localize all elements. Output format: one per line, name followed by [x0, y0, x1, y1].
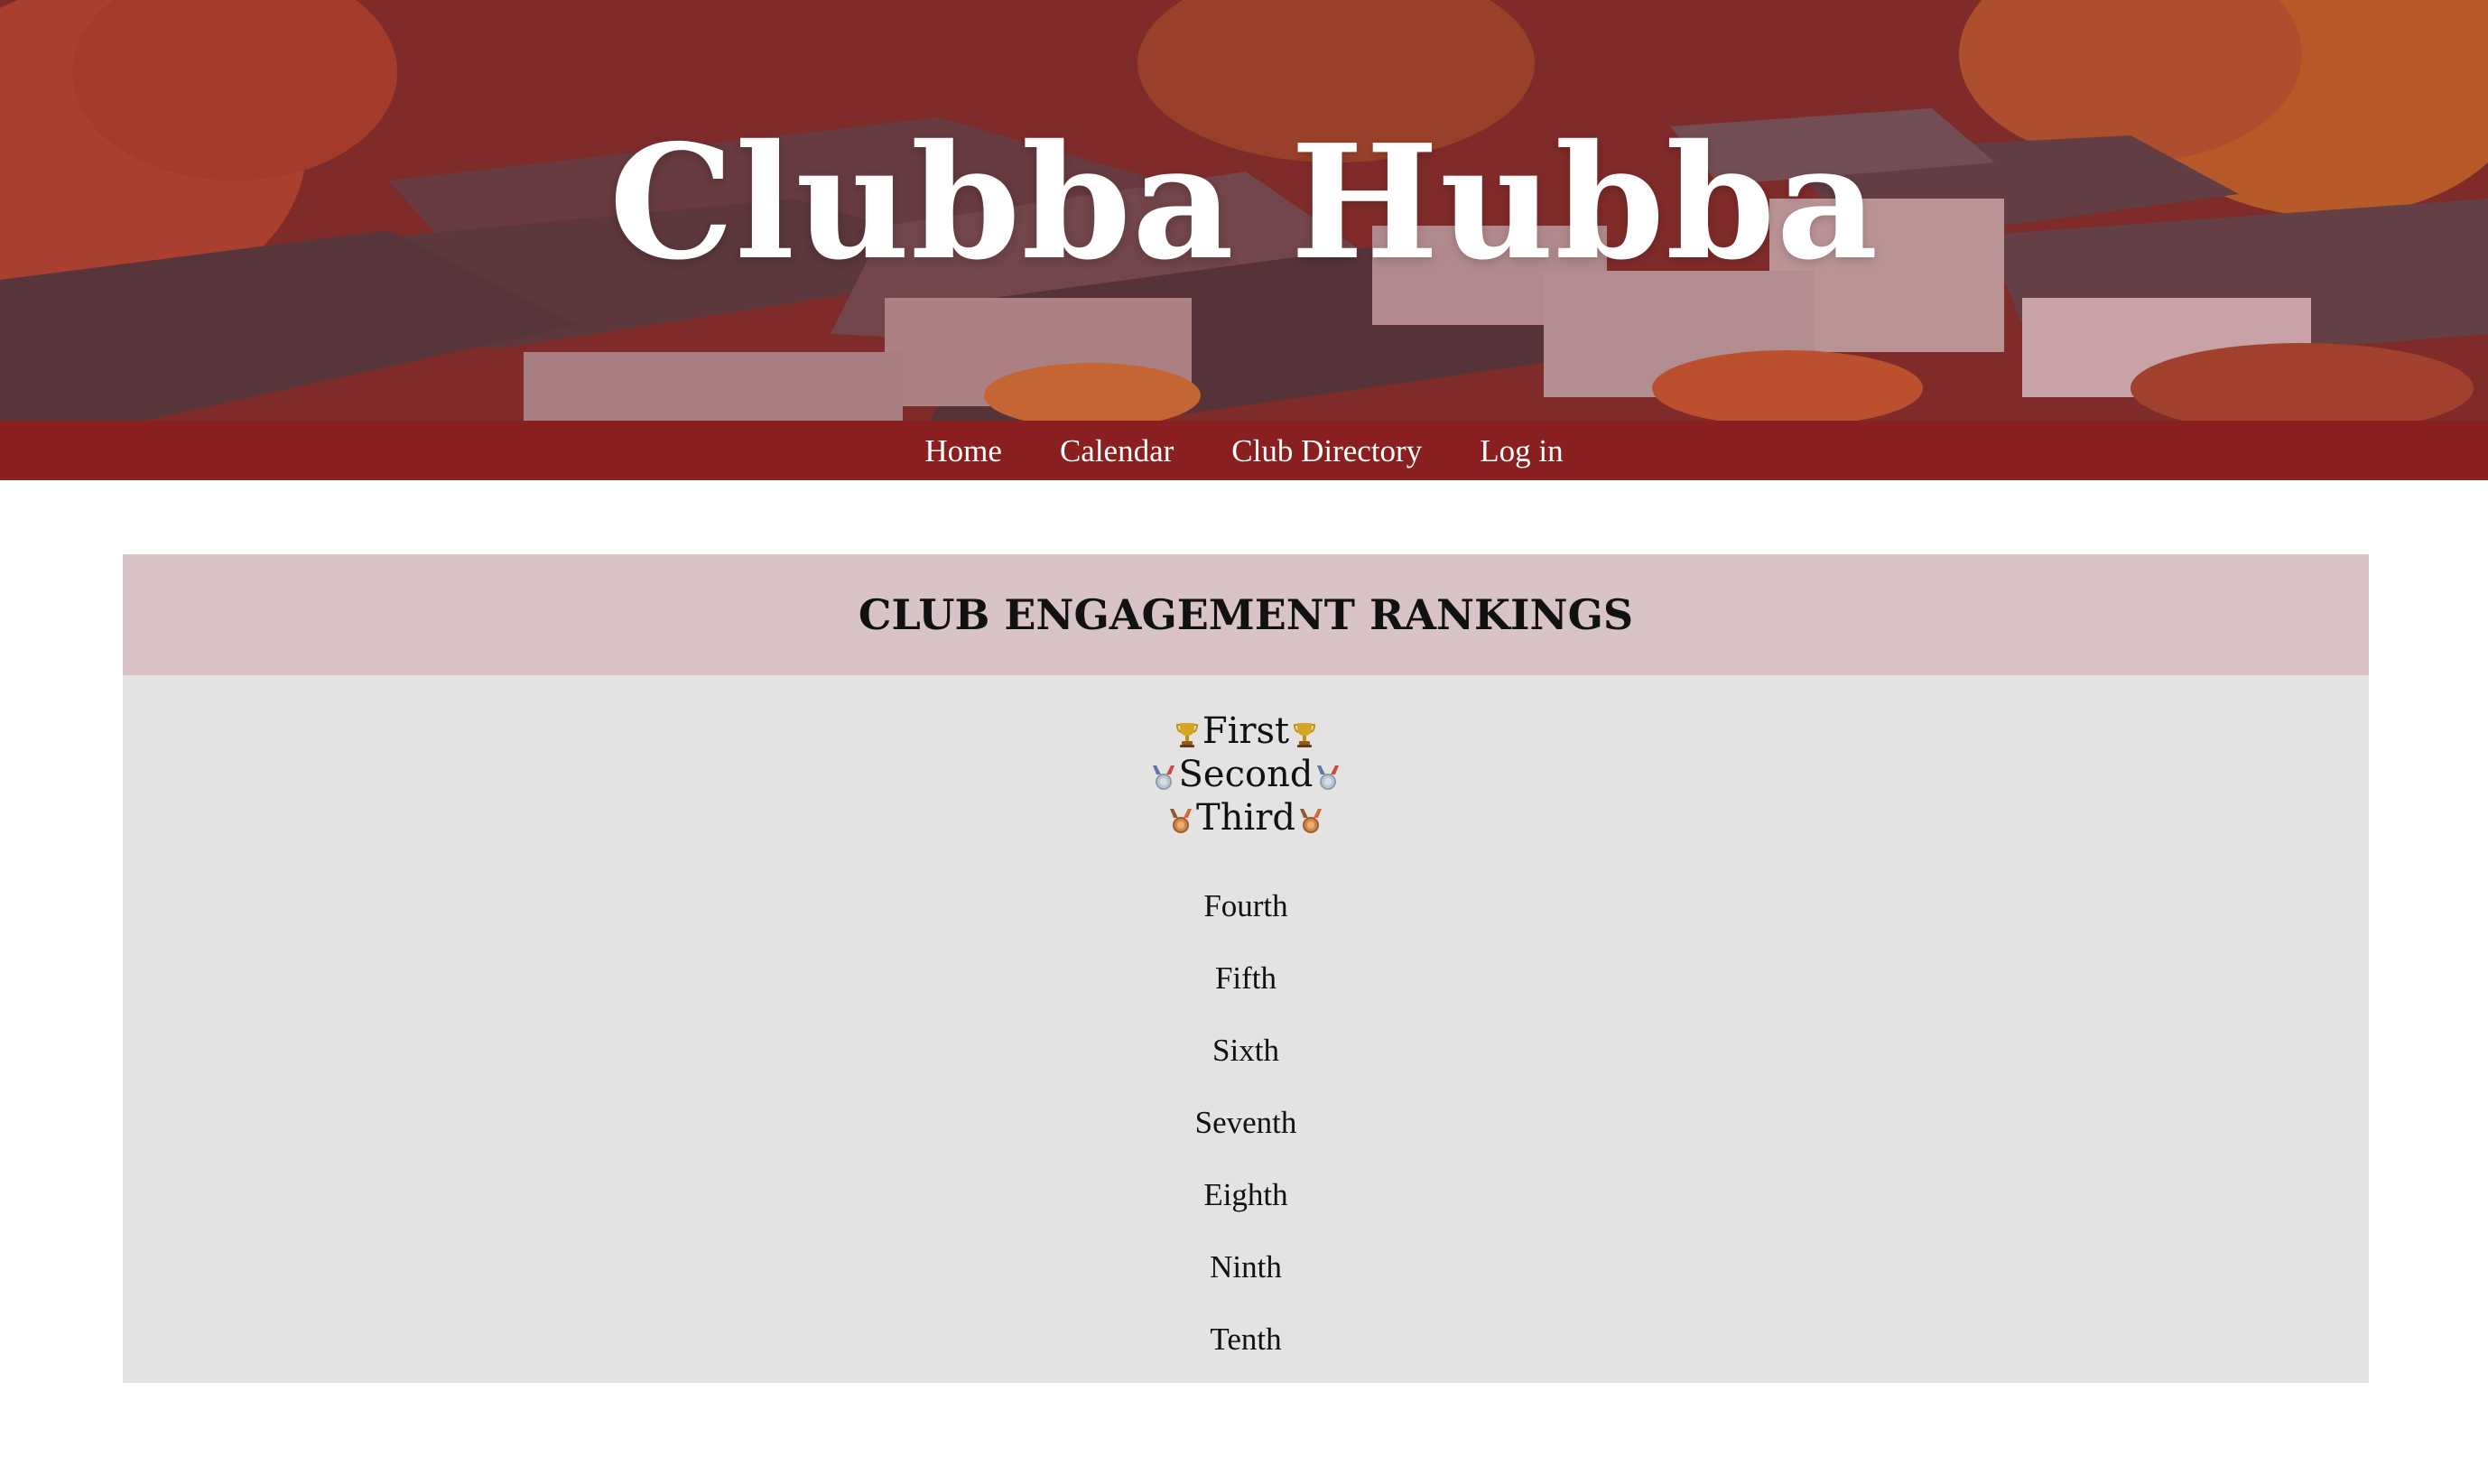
nav-login-link[interactable]: Log in: [1480, 435, 1563, 467]
bronze-medal-icon: [1299, 803, 1323, 833]
trophy-icon: [1293, 717, 1316, 747]
rankings-header: CLUB ENGAGEMENT RANKINGS: [123, 554, 2369, 675]
podium-list: First Second Third: [123, 675, 2369, 839]
rank-eighth: Eighth: [1203, 1177, 1288, 1212]
silver-medal-icon: [1152, 760, 1175, 790]
rank-seventh: Seventh: [1194, 1105, 1297, 1140]
rank-second: Second: [123, 753, 2369, 796]
nav-calendar-link[interactable]: Calendar: [1060, 435, 1174, 467]
rankings-title: CLUB ENGAGEMENT RANKINGS: [858, 590, 1634, 639]
rank-sixth: Sixth: [1212, 1033, 1279, 1068]
rank-first-label: First: [1202, 710, 1290, 752]
trophy-icon: [1175, 717, 1199, 747]
remaining-rankings: Fourth Fifth Sixth Seventh Eighth Ninth …: [123, 870, 2369, 1376]
rank-first: First: [123, 710, 2369, 753]
bronze-medal-icon: [1169, 803, 1193, 833]
main-nav: Home Calendar Club Directory Log in: [0, 421, 2488, 480]
site-title: Clubba Hubba: [608, 111, 1880, 295]
rank-second-label: Second: [1178, 754, 1314, 795]
rank-tenth: Tenth: [1210, 1322, 1282, 1357]
nav-home-link[interactable]: Home: [924, 435, 1002, 467]
rank-third-label: Third: [1196, 797, 1295, 839]
rank-fourth: Fourth: [1203, 888, 1288, 923]
nav-club-directory-link[interactable]: Club Directory: [1231, 435, 1422, 467]
rank-third: Third: [123, 796, 2369, 839]
rank-ninth: Ninth: [1210, 1249, 1282, 1285]
rank-fifth: Fifth: [1214, 960, 1277, 996]
rankings-card: CLUB ENGAGEMENT RANKINGS First Second Th…: [123, 554, 2369, 1383]
silver-medal-icon: [1316, 760, 1340, 790]
hero-banner: Clubba Hubba: [0, 0, 2488, 421]
